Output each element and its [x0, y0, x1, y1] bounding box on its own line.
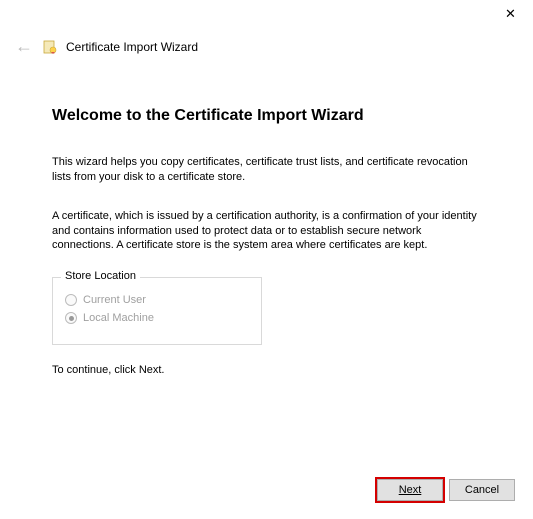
- radio-local-machine: Local Machine: [65, 312, 249, 324]
- radio-current-user: Current User: [65, 294, 249, 306]
- title-bar: ✕: [0, 0, 533, 30]
- next-button-label: Next: [399, 484, 422, 496]
- radio-icon: [65, 294, 77, 306]
- store-location-legend: Store Location: [61, 270, 140, 282]
- back-arrow-icon: ←: [14, 36, 34, 57]
- intro-paragraph-2: A certificate, which is issued by a cert…: [52, 209, 483, 254]
- radio-icon: [65, 312, 77, 324]
- wizard-header: ← Certificate Import Wizard: [0, 30, 533, 67]
- wizard-button-row: Next Cancel: [377, 479, 515, 501]
- certificate-icon: [42, 39, 58, 55]
- radio-label: Local Machine: [83, 312, 154, 324]
- next-button[interactable]: Next: [377, 479, 443, 501]
- close-icon: ✕: [505, 6, 516, 22]
- wizard-content: Welcome to the Certificate Import Wizard…: [0, 67, 533, 378]
- cancel-button-label: Cancel: [465, 484, 499, 496]
- close-button[interactable]: ✕: [488, 0, 533, 28]
- intro-paragraph-1: This wizard helps you copy certificates,…: [52, 155, 483, 185]
- wizard-title: Certificate Import Wizard: [66, 40, 198, 54]
- continue-text: To continue, click Next.: [52, 363, 483, 378]
- page-heading: Welcome to the Certificate Import Wizard: [52, 107, 483, 125]
- store-location-group: Store Location Current User Local Machin…: [52, 277, 262, 345]
- cancel-button[interactable]: Cancel: [449, 479, 515, 501]
- radio-label: Current User: [83, 294, 146, 306]
